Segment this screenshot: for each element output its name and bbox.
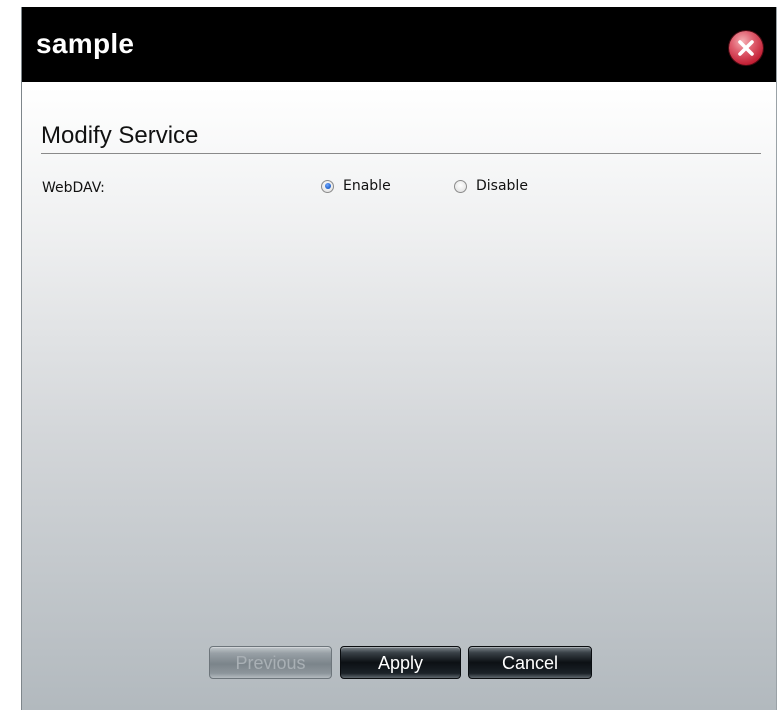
previous-button[interactable]: Previous — [209, 646, 332, 679]
webdav-disable-radio[interactable]: Disable — [454, 178, 528, 194]
cancel-button[interactable]: Cancel — [468, 646, 592, 679]
modify-service-dialog: sample Modify Service WebDAV: Enable Dis… — [21, 7, 777, 710]
apply-button[interactable]: Apply — [340, 646, 461, 679]
radio-selected-icon[interactable] — [321, 179, 334, 193]
webdav-disable-label: Disable — [476, 178, 528, 194]
webdav-enable-radio[interactable]: Enable — [321, 178, 391, 194]
close-button[interactable] — [729, 31, 763, 65]
title-bar: sample — [22, 7, 776, 82]
section-title: Modify Service — [41, 122, 199, 149]
webdav-label: WebDAV: — [42, 180, 105, 196]
section-divider — [41, 153, 761, 154]
dialog-title: sample — [36, 28, 135, 59]
webdav-enable-label: Enable — [343, 178, 391, 194]
radio-unselected-icon[interactable] — [454, 179, 467, 193]
close-icon — [738, 40, 754, 56]
